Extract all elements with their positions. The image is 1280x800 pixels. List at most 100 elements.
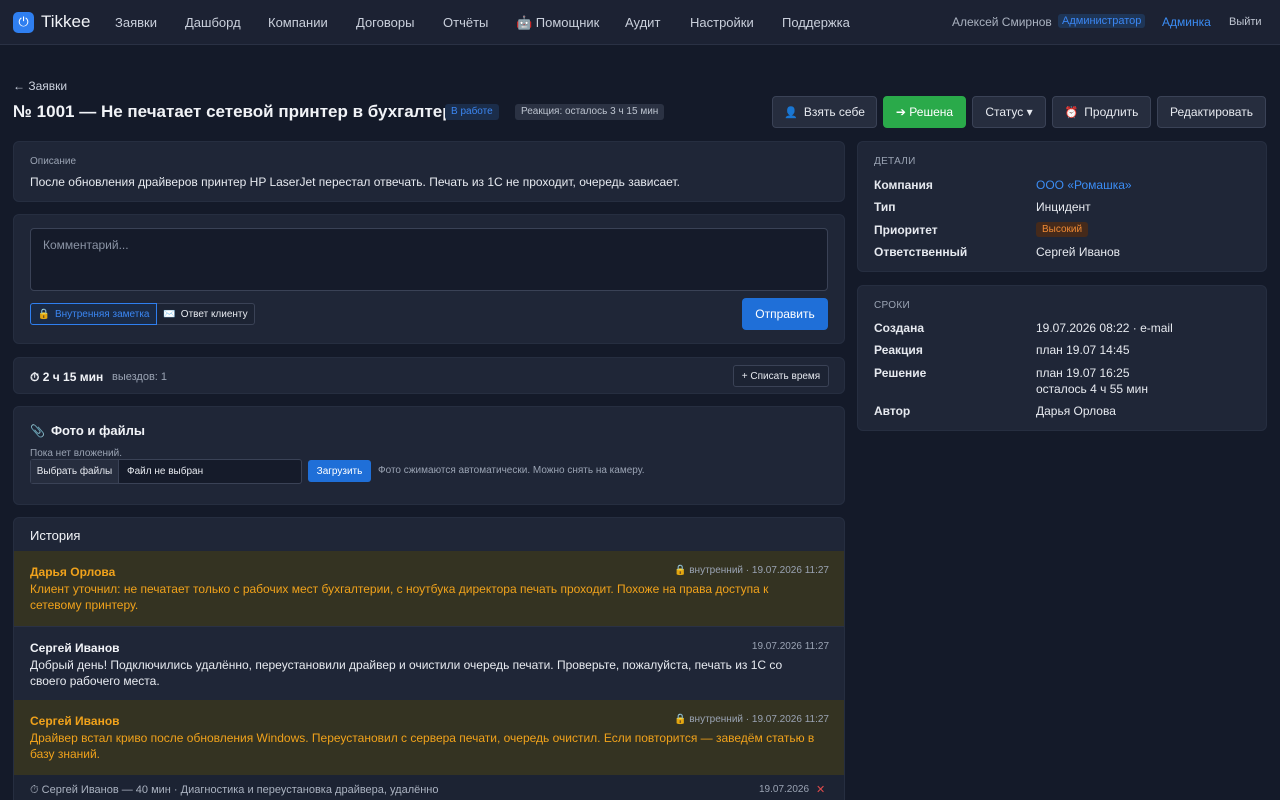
edit-button[interactable]: Редактировать [1157,96,1266,128]
extend-label: Продлить [1084,105,1139,119]
priority-label: Приоритет [874,223,938,237]
visits-count: выездов: 1 [112,371,168,383]
history-author: Дарья Орлова [30,565,116,579]
time-spent-value: 2 ч 15 мин [42,370,104,384]
priority-badge: Высокий [1036,222,1089,237]
deadlines-panel: СРОКИ Создана 19.07.2026 08:22 · e-mail … [857,285,1267,431]
resolve-label: ➔ Решена [895,105,954,119]
company-link[interactable]: ООО «Ромашка» [1036,177,1132,193]
reaction-value: план 19.07 14:45 [1036,343,1130,357]
admin-link[interactable]: Админка [1162,15,1211,29]
history-text: Клиент уточнил: не печатает только с раб… [30,582,769,612]
logout-link[interactable]: Выйти [1229,16,1262,28]
status-dropdown-label: Статус ▾ [985,105,1033,119]
power-icon: ⏻ [13,11,34,33]
details-panel: ДЕТАЛИ Компания ООО «Ромашка» Тип Инциде… [857,141,1267,272]
time-card: ⏱ 2 ч 15 мин выездов: 1 + Списать время [13,357,845,394]
history-text: Добрый день! Подключились удалённо, пере… [30,658,783,688]
history-author: Сергей Иванов [30,714,120,728]
app-logo[interactable]: ⏻ Tikkee [13,11,90,33]
reply-client-toggle[interactable]: ✉️ Ответ клиенту [157,303,255,325]
sla-badge: Реакция: осталось 3 ч 15 мин [515,104,665,120]
alarm-clock-icon: ⏰ [1064,106,1079,119]
company-label: Компания [874,178,933,192]
files-hint: Фото сжимаются автоматически. Можно снят… [378,465,645,476]
author-label: Автор [874,404,911,418]
status-badge: В работе [445,104,499,120]
history-title: История [30,528,81,543]
history-entry: Сергей Иванов 19.07.2026 11:27 Добрый де… [14,626,844,700]
description-text: После обновления драйверов принтер HP La… [30,175,680,189]
upload-button[interactable]: Загрузить [308,460,371,482]
time-spent: ⏱ 2 ч 15 мин [30,370,103,385]
file-input[interactable]: Выбрать файлы Файл не выбран [30,459,302,484]
lock-icon: 🔒 [37,308,50,320]
internal-note-label: Внутренняя заметка [54,308,150,320]
deadlines-header: СРОКИ [874,300,910,311]
history-meta: 🔒 внутренний · 19.07.2026 11:27 [674,714,829,725]
current-user-name: Алексей Смирнов [952,15,1052,29]
created-label: Создана [874,321,925,335]
resolution-plan: план 19.07 16:25 [1036,366,1130,380]
resolution-remaining: осталось 4 ч 55 мин [1036,382,1148,396]
details-header: ДЕТАЛИ [874,156,916,167]
page-title: № 1001 — Не печатает сетевой принтер в б… [13,102,474,121]
history-author: Сергей Иванов [30,641,120,655]
history-text: Драйвер встал криво после обновления Win… [30,731,815,761]
stopwatch-icon: ⏱ [30,784,42,796]
back-to-tickets-link[interactable]: ← Заявки [13,79,67,93]
nav-item-companies[interactable]: Компании [268,15,328,30]
files-title: 📎 Фото и файлы [30,423,145,438]
nav-item-support[interactable]: Поддержка [782,15,850,30]
timelog-date: 19.07.2026 [759,784,810,795]
delete-timelog-icon[interactable]: ✕ [816,783,825,796]
file-name-display: Файл не выбран [127,466,204,477]
nav-item-settings[interactable]: Настройки [690,15,754,30]
user-icon: 👤 [784,106,798,119]
resolve-button[interactable]: ➔ Решена [883,96,966,128]
paperclip-icon: 📎 [30,423,45,438]
resolution-label: Решение [874,366,927,380]
files-empty-message: Пока нет вложений. [30,448,122,459]
history-meta: 🔒 внутренний · 19.07.2026 11:27 [674,565,829,576]
timelog-entry: ⏱ Сергей Иванов — 40 мин · Диагностика и… [14,775,844,800]
internal-note-toggle[interactable]: 🔒 Внутренняя заметка [30,303,157,325]
log-time-button[interactable]: + Списать время [733,365,829,387]
envelope-icon: ✉️ [163,308,176,320]
lock-icon: 🔒 [674,714,690,725]
history-meta: 19.07.2026 11:27 [751,641,829,652]
take-ticket-label: Взять себе [803,105,865,119]
author-value: Дарья Орлова [1036,404,1116,418]
type-value: Инцидент [1036,200,1091,214]
timelog-text: ⏱ Сергей Иванов — 40 мин · Диагностика и… [30,784,439,796]
choose-files-button[interactable]: Выбрать файлы [31,460,119,483]
edit-label: Редактировать [1170,105,1253,119]
nav-item-dashboard[interactable]: Дашборд [185,15,241,30]
role-badge: Администратор [1058,14,1146,28]
reply-client-label: Ответ клиенту [180,308,248,320]
comment-card: 🔒 Внутренняя заметка ✉️ Ответ клиенту От… [13,214,845,344]
type-label: Тип [874,200,896,214]
assignee-label: Ответственный [874,245,968,259]
history-entry: Дарья Орлова 🔒 внутренний · 19.07.2026 1… [14,551,844,626]
send-button[interactable]: Отправить [742,298,828,330]
reaction-label: Реакция [874,343,923,357]
files-title-text: Фото и файлы [50,423,145,438]
nav-item-reports[interactable]: Отчёты [443,15,488,30]
nav-item-audit[interactable]: Аудит [625,15,660,30]
top-navbar: ⏻ Tikkee Заявки Дашборд Компании Договор… [0,0,1280,45]
lock-icon: 🔒 [674,565,690,576]
take-ticket-button[interactable]: 👤 Взять себе [772,96,877,128]
history-entry: Сергей Иванов 🔒 внутренний · 19.07.2026 … [14,700,844,775]
files-card: 📎 Фото и файлы Пока нет вложений. Выбрат… [13,406,845,505]
nav-item-tickets[interactable]: Заявки [115,15,157,30]
comment-input[interactable] [30,228,828,291]
nav-item-contracts[interactable]: Договоры [356,15,414,30]
history-card: История Дарья Орлова 🔒 внутренний · 19.0… [13,517,845,800]
description-label: Описание [30,156,77,167]
nav-item-assistant[interactable]: 🤖 Помощник [516,15,599,31]
assignee-value: Сергей Иванов [1036,245,1121,259]
extend-button[interactable]: ⏰ Продлить [1052,96,1151,128]
description-card: Описание После обновления драйверов прин… [13,141,845,202]
status-dropdown-button[interactable]: Статус ▾ [972,96,1046,128]
